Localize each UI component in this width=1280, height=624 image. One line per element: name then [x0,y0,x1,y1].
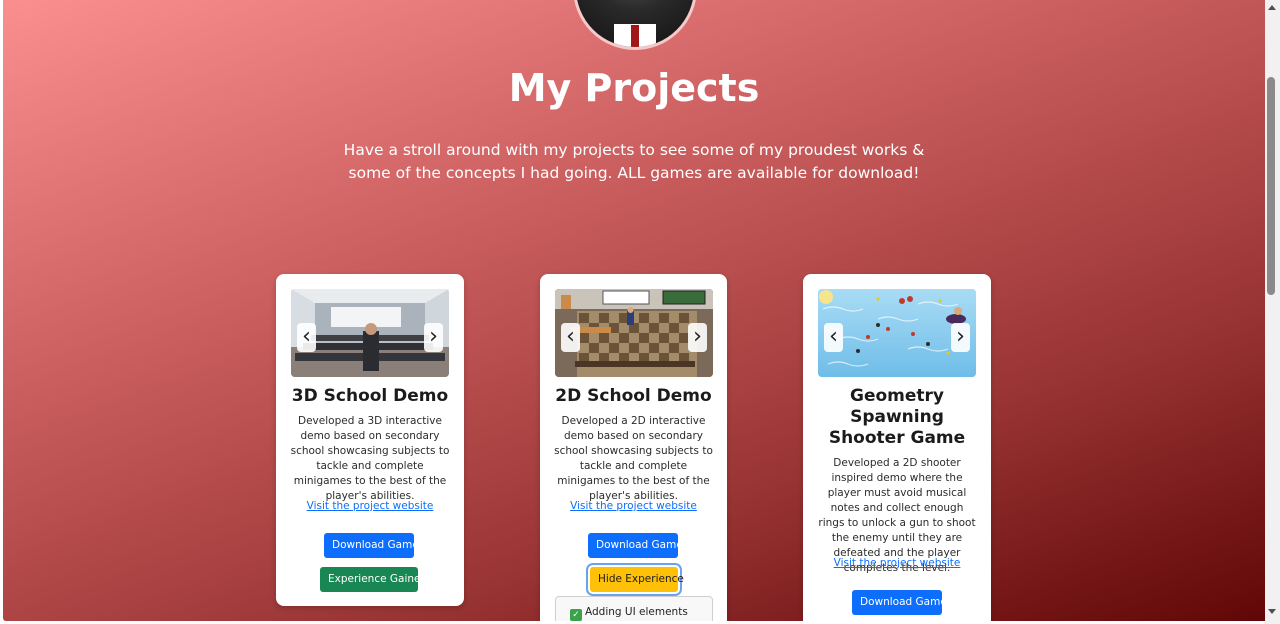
scrollbar-thumb[interactable] [1267,77,1275,295]
scroll-down-arrow-icon[interactable] [1268,609,1276,614]
scroll-up-arrow-icon[interactable] [1268,5,1276,10]
project-image-carousel: ‹ › [291,289,449,377]
project-card-3d-school: ‹ › 3D School Demo Developed a 3D intera… [276,274,464,606]
project-image-carousel: ‹ › [555,289,713,377]
project-description: Developed a 2D interactive demo based on… [554,415,713,502]
project-card-2d-school: ‹ › 2D School Demo Developed a 2D intera… [540,274,727,621]
hide-experience-button[interactable]: Hide Experience [590,567,684,592]
carousel-prev-button[interactable]: ‹ [297,323,316,352]
profile-avatar [573,0,697,50]
experience-list: ✓Adding UI elements onto [555,596,713,621]
project-title: Geometry Spawning Shooter Game [828,386,966,448]
carousel-prev-button[interactable]: ‹ [824,323,843,352]
download-game-button[interactable]: Download Game [588,533,683,558]
checkmark-icon: ✓ [570,609,582,621]
experience-gained-button[interactable]: Experience Gained [320,567,427,592]
carousel-next-button[interactable]: › [424,323,443,352]
intro-text: Have a stroll around with my projects to… [343,141,925,182]
project-title: 3D School Demo [291,386,449,406]
download-game-button[interactable]: Download Game [852,590,947,615]
carousel-next-button[interactable]: › [951,323,970,352]
carousel-next-button[interactable]: › [688,323,707,352]
experience-item: Adding UI elements onto [585,606,688,618]
project-website-link[interactable]: Visit the project website [803,557,991,569]
download-game-button[interactable]: Download Game [324,533,419,558]
project-description: Developed a 3D interactive demo based on… [290,415,450,502]
project-image-carousel: ‹ › [818,289,976,377]
vertical-scrollbar[interactable] [1265,0,1280,624]
page-viewport: My Projects Have a stroll around with my… [3,0,1265,621]
project-website-link[interactable]: Visit the project website [540,500,727,512]
project-title: 2D School Demo [555,386,712,406]
carousel-prev-button[interactable]: ‹ [561,323,580,352]
page-title: My Projects [508,66,760,110]
project-card-geometry-shooter: ‹ › Geometry Spawning Shooter Game Devel… [803,274,991,621]
project-website-link[interactable]: Visit the project website [276,500,464,512]
